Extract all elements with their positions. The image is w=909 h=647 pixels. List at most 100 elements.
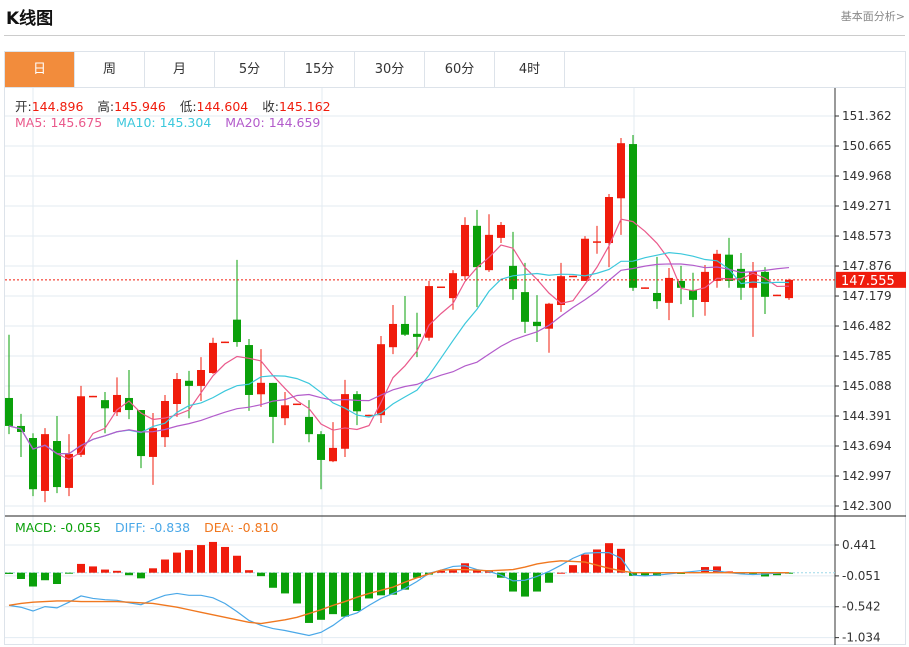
macd-bar bbox=[185, 550, 193, 573]
macd-bar bbox=[137, 572, 145, 579]
candle-up bbox=[497, 224, 505, 238]
candle-up bbox=[293, 403, 301, 406]
macd-bar bbox=[41, 572, 49, 581]
candle-up bbox=[773, 294, 781, 297]
price-tick-label: 150.665 bbox=[842, 139, 892, 153]
candle-up bbox=[377, 344, 385, 416]
candle-up bbox=[449, 273, 457, 299]
candle-up bbox=[593, 241, 601, 243]
macd-bar bbox=[53, 572, 61, 585]
ma20-value: MA20: 144.659 bbox=[225, 115, 321, 130]
candle-up bbox=[173, 379, 181, 405]
macd-bar bbox=[173, 552, 181, 573]
candle-up bbox=[209, 342, 217, 374]
low-value: 144.604 bbox=[196, 99, 249, 114]
candle-down bbox=[653, 292, 661, 302]
macd-bar bbox=[65, 572, 73, 574]
macd-bar bbox=[209, 541, 217, 573]
macd-bar bbox=[317, 572, 325, 620]
price-tick-label: 145.088 bbox=[842, 379, 892, 393]
macd-bar bbox=[461, 563, 469, 573]
candle-up bbox=[665, 277, 673, 303]
macd-bar bbox=[89, 566, 97, 573]
candle-up bbox=[581, 238, 589, 281]
candle-down bbox=[629, 144, 637, 288]
price-tick-label: 142.997 bbox=[842, 469, 892, 483]
price-tick-label: 146.482 bbox=[842, 319, 892, 333]
candle-up bbox=[89, 395, 97, 398]
macd-bar bbox=[341, 572, 349, 617]
macd-bar bbox=[257, 572, 265, 577]
high-value: 145.946 bbox=[114, 99, 166, 114]
low-label: 低: bbox=[179, 99, 197, 114]
macd-bar bbox=[197, 545, 205, 573]
macd-bar bbox=[269, 572, 277, 588]
macd-bar bbox=[245, 570, 253, 573]
candle-up bbox=[617, 143, 625, 199]
dea-value: DEA: -0.810 bbox=[204, 520, 279, 535]
macd-bar bbox=[5, 572, 13, 574]
macd-bar bbox=[389, 572, 397, 595]
macd-bar bbox=[17, 572, 25, 579]
macd-bar bbox=[377, 572, 385, 596]
candle-down bbox=[761, 271, 769, 297]
macd-tick-label: 0.441 bbox=[842, 538, 876, 552]
candle-up bbox=[641, 287, 649, 289]
candle-down bbox=[53, 441, 61, 488]
ma5-value: MA5: 145.675 bbox=[15, 115, 103, 130]
macd-tick-label: -0.051 bbox=[842, 569, 881, 583]
candle-down bbox=[245, 345, 253, 395]
candle-up bbox=[341, 394, 349, 449]
candle-up bbox=[329, 447, 337, 462]
macd-tick-label: -1.034 bbox=[842, 631, 881, 645]
candle-down bbox=[233, 319, 241, 343]
macd-bar bbox=[557, 572, 565, 574]
price-tick-label: 143.694 bbox=[842, 439, 892, 453]
macd-bar bbox=[125, 572, 133, 576]
macd-bar bbox=[281, 572, 289, 594]
candle-up bbox=[389, 323, 397, 348]
ma10-value: MA10: 145.304 bbox=[116, 115, 212, 130]
candle-up bbox=[149, 428, 157, 457]
candle-down bbox=[29, 438, 37, 490]
current-price-label: 147.555 bbox=[841, 274, 895, 289]
price-tick-label: 149.968 bbox=[842, 169, 892, 183]
candle-up bbox=[461, 224, 469, 277]
ma-legend: MA5: 145.675 MA10: 145.304 MA20: 144.659 bbox=[15, 115, 330, 130]
macd-bar bbox=[569, 565, 577, 573]
candle-down bbox=[269, 382, 277, 417]
candle-down bbox=[521, 292, 529, 322]
candle-down bbox=[473, 225, 481, 268]
macd-bar bbox=[617, 548, 625, 573]
candle-down bbox=[101, 400, 109, 409]
price-tick-label: 144.391 bbox=[842, 409, 892, 423]
candle-down bbox=[317, 434, 325, 460]
candle-up bbox=[197, 370, 205, 386]
candle-up bbox=[605, 196, 613, 244]
candle-down bbox=[353, 394, 361, 412]
candle-down bbox=[185, 380, 193, 386]
candle-up bbox=[281, 405, 289, 419]
candle-up bbox=[437, 286, 445, 289]
price-tick-label: 149.271 bbox=[842, 199, 892, 213]
macd-bar bbox=[149, 568, 157, 573]
candle-up bbox=[701, 271, 709, 303]
macd-bar bbox=[113, 570, 121, 573]
macd-bar bbox=[581, 554, 589, 573]
candle-up bbox=[569, 275, 577, 278]
macd-bar bbox=[161, 559, 169, 573]
close-value: 145.162 bbox=[278, 99, 331, 114]
macd-bar bbox=[545, 572, 553, 583]
dea-line bbox=[8, 560, 789, 625]
candle-up bbox=[485, 234, 493, 271]
macd-value: MACD: -0.055 bbox=[15, 520, 101, 535]
candle-down bbox=[305, 416, 313, 435]
macd-bar bbox=[29, 572, 37, 587]
macd-bar bbox=[449, 570, 457, 573]
candle-up bbox=[161, 400, 169, 438]
price-tick-label: 148.573 bbox=[842, 229, 892, 243]
macd-bar bbox=[77, 563, 85, 573]
candle-down bbox=[509, 265, 517, 290]
candle-up bbox=[221, 341, 229, 344]
price-tick-label: 151.362 bbox=[842, 109, 892, 123]
